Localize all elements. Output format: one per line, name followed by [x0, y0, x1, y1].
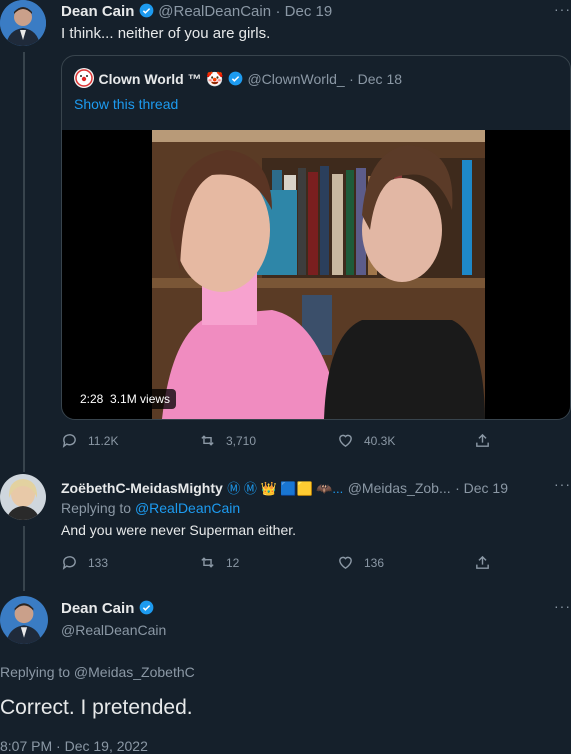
- thread-line-middle: [23, 526, 25, 591]
- tweet2-share-button[interactable]: [474, 554, 501, 571]
- video-frame-image: [152, 130, 485, 419]
- reply-icon: [62, 434, 76, 448]
- quoted-tweet-card[interactable]: Clown World ™ 🤡 @ClownWorld_ · Dec 18 Sh…: [61, 55, 571, 420]
- video-duration: 2:28: [80, 392, 104, 406]
- tweet2-date[interactable]: · Dec 19: [455, 480, 508, 496]
- quote-author-emoji: 🤡: [206, 71, 224, 87]
- tweet1-share-button[interactable]: [474, 432, 501, 449]
- avatar-zoebethc[interactable]: [0, 474, 46, 520]
- tweet2-replying-to-link[interactable]: @RealDeanCain: [135, 500, 240, 516]
- tweet2-like-count: 136: [364, 555, 385, 570]
- tweet2-retweet-count: 12: [226, 555, 240, 570]
- tweet2-reply-button[interactable]: 133: [61, 554, 108, 571]
- tweet2-author-name[interactable]: ZoëbethC-MeidasMighty: [61, 480, 223, 496]
- tweet3-name-row: Dean Cain: [61, 600, 154, 618]
- tweet2-replying-prefix: Replying to: [61, 500, 132, 516]
- retweet-icon: [201, 435, 214, 446]
- tweet2-name-icons: Ⓜ Ⓜ 👑 🟦🟨 🦇...: [227, 481, 344, 496]
- video-views: 3.1M views: [110, 392, 171, 406]
- tweet3-replying-line[interactable]: Replying to @Meidas_ZobethC: [0, 664, 195, 680]
- quote-handle[interactable]: @ClownWorld_: [247, 71, 344, 87]
- tweet1-more-icon[interactable]: ···: [554, 1, 571, 17]
- tweet2-retweet-button[interactable]: 12: [199, 554, 239, 571]
- tweet2-header: ZoëbethC-MeidasMighty Ⓜ Ⓜ 👑 🟦🟨 🦇... @Mei…: [61, 478, 569, 498]
- quote-author-name[interactable]: Clown World ™: [98, 71, 201, 87]
- verified-badge-icon: [139, 3, 154, 18]
- thread-line-top: [23, 52, 25, 472]
- tweet3-more-icon[interactable]: ···: [554, 598, 571, 614]
- tweet2-text: And you were never Superman either.: [61, 522, 297, 538]
- avatar-dean-cain-main[interactable]: [0, 596, 48, 644]
- reply-icon: [62, 556, 76, 570]
- avatar-portrait-icon: [0, 474, 46, 520]
- avatar-portrait-icon: [0, 0, 46, 46]
- share-icon: [476, 433, 489, 447]
- quote-header: Clown World ™ 🤡 @ClownWorld_ · Dec 18: [74, 68, 402, 89]
- tweet1-handle[interactable]: @RealDeanCain: [158, 3, 271, 20]
- share-icon: [476, 555, 489, 569]
- heart-icon: [339, 434, 352, 448]
- tweet3-author-name[interactable]: Dean Cain: [61, 600, 134, 617]
- tweet2-handle[interactable]: @Meidas_Zob...: [348, 480, 451, 496]
- tweet1-like-count: 40.3K: [364, 433, 396, 448]
- clown-world-avatar-icon[interactable]: [74, 68, 94, 88]
- tweet1-text: I think... neither of you are girls.: [61, 25, 271, 42]
- tweet1-like-button[interactable]: 40.3K: [337, 432, 395, 449]
- tweet3-text: Correct. I pretended.: [0, 696, 193, 719]
- verified-badge-icon: [139, 600, 154, 615]
- video-player[interactable]: 2:28 3.1M views: [62, 130, 570, 419]
- tweet1-retweet-count: 3,710: [226, 433, 257, 448]
- tweet2-more-icon[interactable]: ···: [554, 476, 571, 492]
- tweet1-reply-button[interactable]: 11.2K: [61, 432, 118, 449]
- heart-icon: [339, 556, 352, 570]
- retweet-icon: [201, 557, 214, 568]
- tweet1-author-name[interactable]: Dean Cain: [61, 3, 134, 20]
- tweet1-reply-count: 11.2K: [88, 433, 119, 448]
- tweet2-like-button[interactable]: 136: [337, 554, 384, 571]
- video-stats-badge: 2:28 3.1M views: [74, 389, 177, 409]
- show-thread-link[interactable]: Show this thread: [74, 96, 178, 112]
- tweet2-replying-line: Replying to @RealDeanCain: [61, 500, 240, 516]
- verified-badge-icon: [228, 71, 243, 86]
- tweet1-header: Dean Cain @RealDeanCain · Dec 19: [61, 3, 332, 21]
- avatar-dean-cain[interactable]: [0, 0, 46, 46]
- tweet1-date[interactable]: · Dec 19: [276, 3, 333, 20]
- tweet3-handle[interactable]: @RealDeanCain: [61, 622, 166, 638]
- avatar-portrait-icon: [0, 596, 48, 644]
- quote-date[interactable]: · Dec 18: [349, 71, 402, 87]
- tweet1-retweet-button[interactable]: 3,710: [199, 432, 256, 449]
- tweet2-reply-count: 133: [88, 555, 109, 570]
- tweet3-timestamp[interactable]: 8:07 PM · Dec 19, 2022: [0, 738, 148, 754]
